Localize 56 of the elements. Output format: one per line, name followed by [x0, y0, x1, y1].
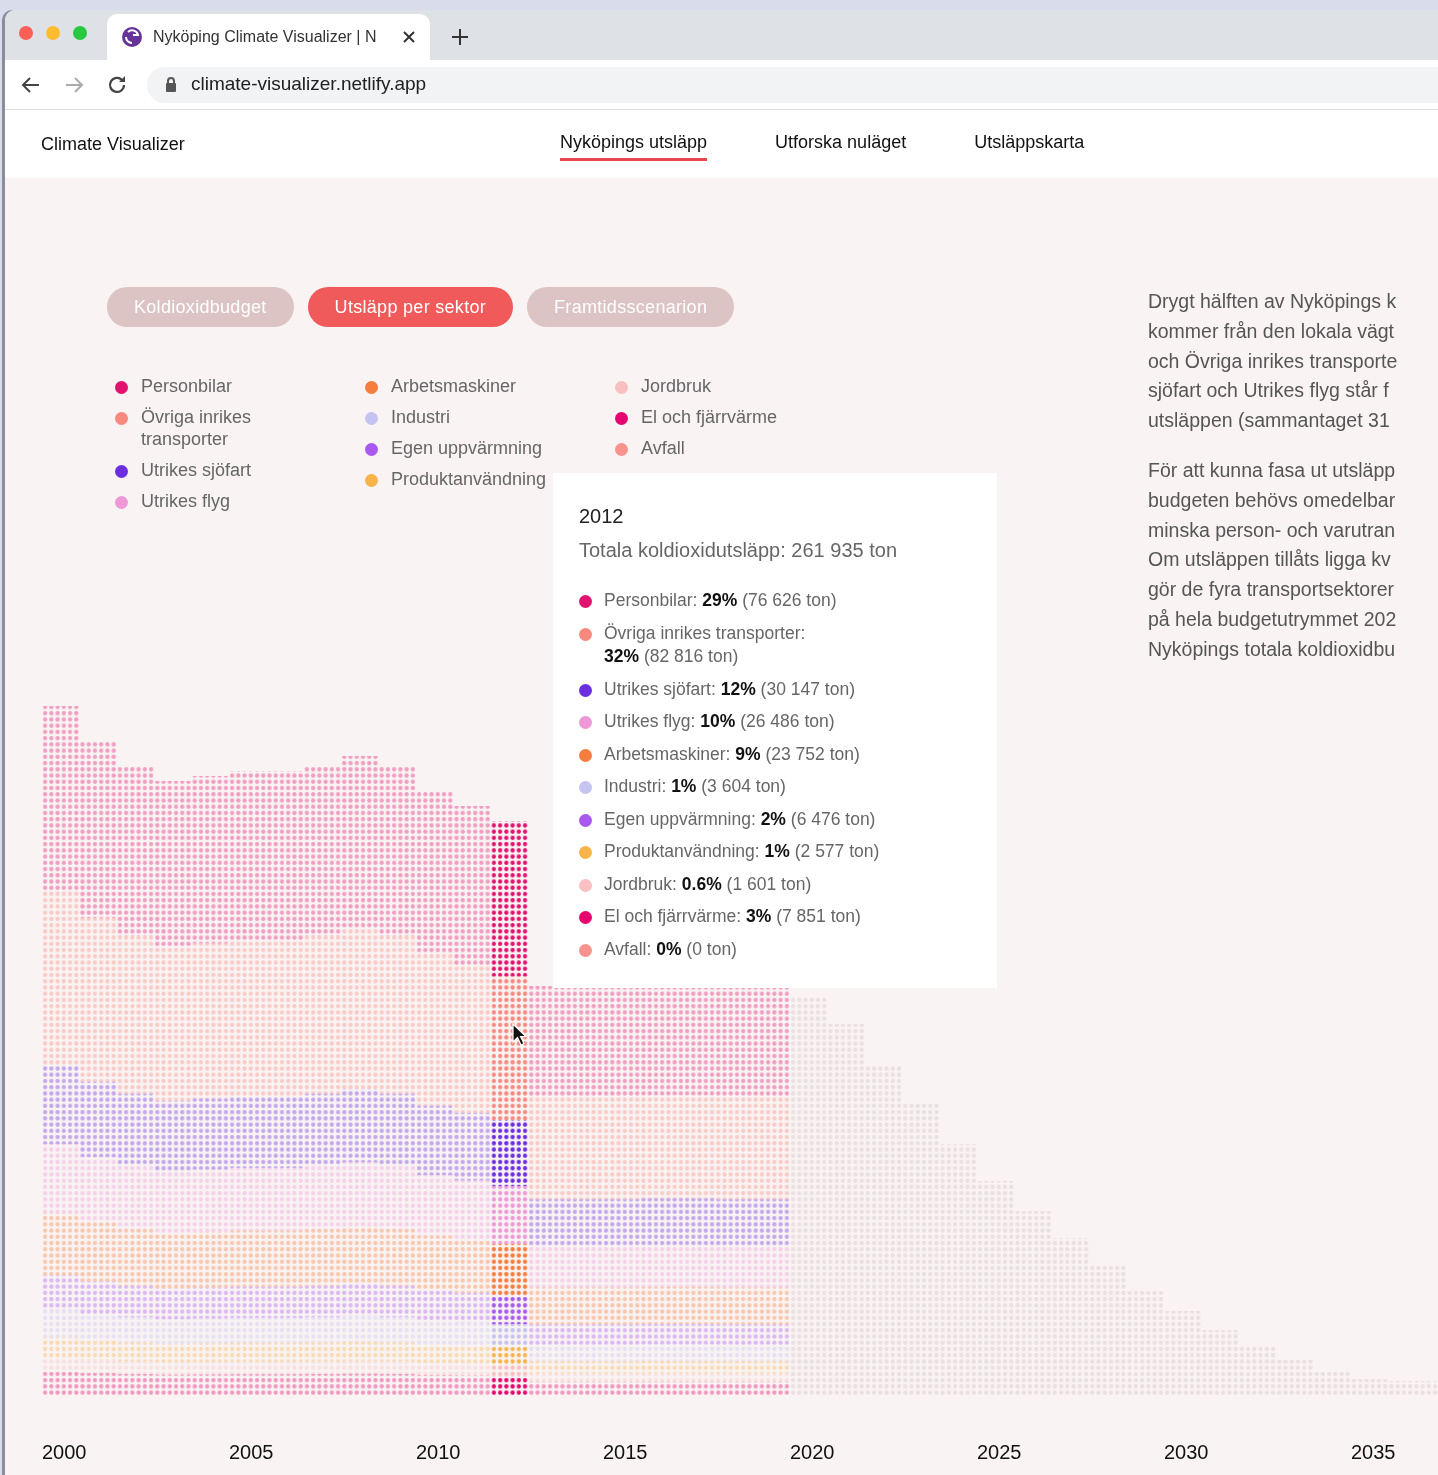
description-text: utsläppen (sammantaget 31: [1148, 408, 1391, 434]
description-text: på hela budgetutrymmet 202: [1148, 606, 1398, 632]
sector-value: Avfall: 0% (0 ton): [604, 937, 738, 961]
axis-label: 2010: [416, 1440, 462, 1465]
legend-label: Jordbruk: [641, 375, 712, 397]
site-logo-icon: [121, 26, 143, 48]
legend-label: Industri: [391, 406, 451, 428]
sector-value: El och fjärrvärme: 3% (7 851 ton): [604, 905, 862, 928]
browser-tab[interactable]: Nyköping Climate Visualizer | N: [107, 14, 430, 60]
nav-link[interactable]: Utsläppskarta: [974, 127, 1085, 161]
description-text: budgeten behövs omedelbar: [1148, 487, 1397, 513]
legend-label: El och fjärrvärme: [641, 406, 778, 428]
axis-label: 2000: [42, 1440, 88, 1465]
axis-label: 2030: [1164, 1440, 1210, 1465]
sector-value: Egen uppvärmning: 2% (6 476 ton): [604, 807, 877, 831]
tooltip-year: 2012: [579, 504, 625, 529]
description-text: kommer från den lokala vägt: [1148, 318, 1396, 344]
description-text: och Övriga inrikes transporte: [1148, 348, 1399, 374]
tooltip-total: Totala koldioxidutsläpp: 261 935 ton: [579, 538, 898, 563]
axis-label: 2020: [790, 1440, 836, 1465]
nav-link[interactable]: Nyköpings utsläpp: [560, 127, 708, 161]
legend-label: Arbetsmaskiner: [391, 375, 517, 397]
legend-label: Avfall: [641, 437, 685, 459]
legend-label: Produktanvändning: [391, 468, 547, 490]
axis-label: 2005: [229, 1440, 275, 1465]
legend-label: Utrikes sjöfart: [141, 459, 252, 481]
description-text: Om utsläppen tillåts ligga kv: [1148, 547, 1392, 573]
legend-label: Utrikes flyg: [141, 490, 230, 512]
legend-label: Egen uppvärmning: [391, 437, 543, 459]
sector-value: Personbilar: 29% (76 626 ton): [604, 589, 838, 612]
axis-label: 2015: [603, 1440, 649, 1465]
description-text: För att kunna fasa ut utsläpp: [1148, 458, 1397, 483]
sector-value: Jordbruk: 0.6% (1 601 ton): [604, 872, 813, 896]
sector-value: Arbetsmaskiner: 9% (23 752 ton): [604, 742, 861, 766]
site-title: Climate Visualizer: [41, 132, 186, 156]
description-text: minska person- och varutran: [1148, 517, 1397, 543]
sector-value: Utrikes sjöfart: 12% (30 147 ton): [604, 677, 856, 701]
description-text: gör de fyra transportsektorer: [1148, 577, 1396, 603]
axis-label: 2035: [1351, 1440, 1397, 1465]
legend-label: Övriga inrikes transporter: [141, 406, 253, 450]
sector-value: Övriga inrikes transporter: 32% (82 816 ton): [604, 621, 807, 668]
description-text: Nyköpings totala koldioxidbu: [1148, 636, 1397, 662]
sector-value: Utrikes flyg: 10% (26 486 ton): [604, 710, 836, 733]
sector-value: Produktanvändning: 1% (2 577 ton): [604, 840, 881, 863]
tab-title: Nyköping Climate Visualizer | N: [153, 27, 378, 47]
close-icon[interactable]: [402, 30, 416, 44]
legend-label: Personbilar: [141, 375, 233, 397]
cursor-icon: [512, 1023, 528, 1047]
lock-icon: [165, 77, 177, 92]
nav-link[interactable]: Utforska nuläget: [775, 127, 907, 161]
sector-value: Industri: 1% (3 604 ton): [604, 775, 787, 798]
axis-label: 2025: [977, 1440, 1023, 1465]
description-text: Drygt hälften av Nyköpings k: [1148, 289, 1398, 314]
new-tab-icon[interactable]: [450, 27, 470, 47]
description-text: sjöfart och Utrikes flyg står f: [1148, 378, 1390, 404]
address-bar[interactable]: climate-visualizer.netlify.app: [147, 66, 1438, 103]
